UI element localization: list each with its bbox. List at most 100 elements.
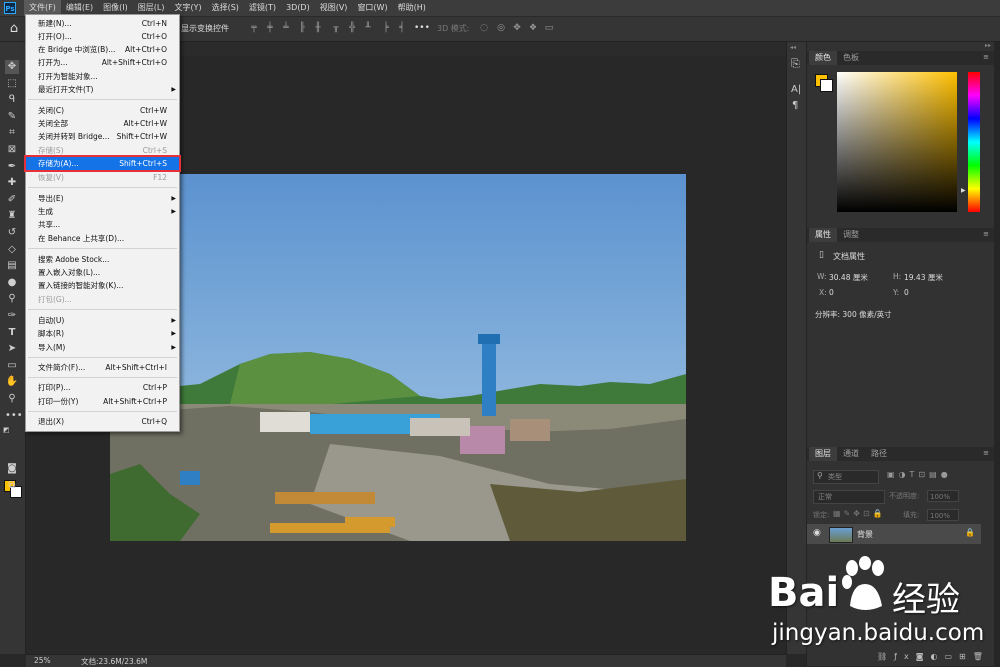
move-tool-icon[interactable]: ✥ xyxy=(5,60,19,74)
menu-item-open[interactable]: 打开(O)... Ctrl+O xyxy=(26,30,179,43)
layers-bottom-toolbar-icons[interactable]: ⛓ƒx◙◐▭⊞🗑 xyxy=(877,652,990,661)
width-value[interactable]: 30.48 厘米 xyxy=(829,272,868,283)
healing-brush-tool-icon[interactable]: ✚ xyxy=(5,176,19,190)
align-bottom-icon[interactable]: ╧ xyxy=(281,23,291,33)
menu-item-browse-in-bridge[interactable]: 在 Bridge 中浏览(B)... Alt+Ctrl+O xyxy=(26,43,179,56)
opacity-input[interactable]: 100% xyxy=(927,490,959,502)
history-brush-tool-icon[interactable]: ↺ xyxy=(5,226,19,240)
3d-roll-icon[interactable]: ◎ xyxy=(496,23,506,33)
color-field[interactable] xyxy=(837,72,957,212)
3d-camera-icon[interactable]: ▭ xyxy=(544,23,554,33)
menu-item-share[interactable]: 共享... xyxy=(26,218,179,231)
hand-tool-icon[interactable]: ✋ xyxy=(5,375,19,389)
height-value[interactable]: 19.43 厘米 xyxy=(904,272,943,283)
eyedropper-tool-icon[interactable]: ✒ xyxy=(5,160,19,174)
menu-filter[interactable]: 滤镜(T) xyxy=(244,0,281,16)
dodge-tool-icon[interactable]: ⚲ xyxy=(5,292,19,306)
menu-item-search-adobe-stock[interactable]: 搜索 Adobe Stock... xyxy=(26,253,179,266)
y-value[interactable]: 0 xyxy=(904,288,909,297)
menu-item-revert[interactable]: 恢复(V) F12 xyxy=(26,171,179,184)
blend-mode-select[interactable]: 正常 xyxy=(813,490,885,504)
3d-slide-icon[interactable]: ❖ xyxy=(528,23,538,33)
eraser-tool-icon[interactable]: ◇ xyxy=(5,243,19,257)
layer-filter-select[interactable]: ⚲ 类型 xyxy=(813,470,879,484)
character-panel-icon[interactable]: A| xyxy=(791,84,801,95)
photoshop-logo-icon[interactable]: Ps xyxy=(4,2,16,14)
menu-item-open-as[interactable]: 打开为... Alt+Shift+Ctrl+O xyxy=(26,56,179,69)
panel-menu-icon[interactable]: ≡ xyxy=(983,53,989,61)
more-options-icon[interactable]: ••• xyxy=(414,23,430,33)
menu-item-print-one-copy[interactable]: 打印一份(Y) Alt+Shift+Ctrl+P xyxy=(26,395,179,408)
menu-help[interactable]: 帮助(H) xyxy=(393,0,431,16)
color-panel-background-swatch[interactable] xyxy=(820,79,833,92)
layer-row-background[interactable]: ◉ 背景 🔒 xyxy=(807,524,981,544)
tab-paths[interactable]: 路径 xyxy=(865,447,893,461)
menu-item-save-as[interactable]: 存储为(A)... Shift+Ctrl+S xyxy=(24,155,181,172)
distribute-right-icon[interactable]: ╡ xyxy=(397,23,407,33)
menu-item-print[interactable]: 打印(P)... Ctrl+P xyxy=(26,381,179,394)
crop-tool-icon[interactable]: ⌗ xyxy=(5,126,19,140)
lasso-tool-icon[interactable]: ᑫ xyxy=(5,93,19,107)
panel-menu-icon[interactable]: ≡ xyxy=(983,449,989,457)
layer-visibility-eye-icon[interactable]: ◉ xyxy=(813,528,821,538)
distribute-bottom-icon[interactable]: ╨ xyxy=(363,23,373,33)
align-top-icon[interactable]: ╤ xyxy=(249,23,259,33)
document-image[interactable] xyxy=(110,174,686,541)
menu-item-export[interactable]: 导出(E) ▶ xyxy=(26,192,179,205)
show-transform-controls-label[interactable]: 显示变换控件 xyxy=(181,23,229,34)
menu-item-file-info[interactable]: 文件简介(F)... Alt+Shift+Ctrl+I xyxy=(26,361,179,374)
layer-filter-icons[interactable]: ▣◑T⊡▤● xyxy=(887,470,952,479)
tab-layers[interactable]: 图层 xyxy=(809,447,837,461)
fill-input[interactable]: 100% xyxy=(927,509,959,521)
menu-3d[interactable]: 3D(D) xyxy=(281,0,315,16)
gradient-tool-icon[interactable]: ▤ xyxy=(5,259,19,273)
rectangle-tool-icon[interactable]: ▭ xyxy=(5,359,19,373)
tab-swatches[interactable]: 色板 xyxy=(837,51,865,65)
document-size[interactable]: 文档:23.6M/23.6M xyxy=(81,656,147,667)
home-icon[interactable]: ⌂ xyxy=(6,21,22,37)
quick-select-tool-icon[interactable]: ✎ xyxy=(5,110,19,124)
menu-item-scripts[interactable]: 脚本(R) ▶ xyxy=(26,327,179,340)
align-hcenter-icon[interactable]: ╫ xyxy=(313,23,323,33)
distribute-left-icon[interactable]: ╞ xyxy=(381,23,391,33)
align-left-icon[interactable]: ╟ xyxy=(297,23,307,33)
path-selection-tool-icon[interactable]: ➤ xyxy=(5,342,19,356)
marquee-tool-icon[interactable]: ⬚ xyxy=(5,77,19,91)
menu-item-close[interactable]: 关闭(C) Ctrl+W xyxy=(26,104,179,117)
pen-tool-icon[interactable]: ✑ xyxy=(5,309,19,323)
layer-name[interactable]: 背景 xyxy=(857,529,873,540)
distribute-top-icon[interactable]: ╥ xyxy=(331,23,341,33)
clone-stamp-tool-icon[interactable]: ♜ xyxy=(5,209,19,223)
hue-slider[interactable] xyxy=(968,72,980,212)
history-panel-icon[interactable]: ⎘ xyxy=(791,57,800,71)
zoom-level[interactable]: 25% xyxy=(34,656,51,665)
collapse-panels-icon[interactable]: ▸▸ xyxy=(985,42,991,49)
3d-orbit-icon[interactable]: ◌ xyxy=(479,23,489,33)
menu-item-place-linked[interactable]: 置入链接的智能对象(K)... xyxy=(26,279,179,292)
quick-mask-icon[interactable]: ◙ xyxy=(5,462,19,476)
tab-adjustments[interactable]: 调整 xyxy=(837,228,865,242)
screen-mode-icon[interactable]: ⧉ xyxy=(5,479,19,493)
blur-tool-icon[interactable]: ● xyxy=(5,276,19,290)
menu-item-close-and-go-to-bridge[interactable]: 关闭并转到 Bridge... Shift+Ctrl+W xyxy=(26,130,179,143)
align-vcenter-icon[interactable]: ╪ xyxy=(265,23,275,33)
frame-tool-icon[interactable]: ⊠ xyxy=(5,143,19,157)
distribute-vcenter-icon[interactable]: ╬ xyxy=(347,23,357,33)
collapse-arrows-icon[interactable]: ◂◂ xyxy=(790,44,796,51)
menu-item-recent-files[interactable]: 最近打开文件(T) ▶ xyxy=(26,83,179,96)
menu-item-share-on-behance[interactable]: 在 Behance 上共享(D)... xyxy=(26,232,179,245)
menu-item-generate[interactable]: 生成 ▶ xyxy=(26,205,179,218)
menu-item-close-all[interactable]: 关闭全部 Alt+Ctrl+W xyxy=(26,117,179,130)
menu-item-import[interactable]: 导入(M) ▶ xyxy=(26,341,179,354)
menu-item-automate[interactable]: 自动(U) ▶ xyxy=(26,314,179,327)
type-tool-icon[interactable]: T xyxy=(5,326,19,340)
tab-properties[interactable]: 属性 xyxy=(809,228,837,242)
tab-color[interactable]: 颜色 xyxy=(809,51,837,65)
menu-select[interactable]: 选择(S) xyxy=(207,0,244,16)
default-colors-icon[interactable]: ◩ xyxy=(3,426,11,434)
menu-item-open-as-smart-object[interactable]: 打开为智能对象... xyxy=(26,70,179,83)
edit-toolbar-icon[interactable]: ••• xyxy=(5,409,23,423)
menu-item-package[interactable]: 打包(G)... xyxy=(26,293,179,306)
lock-icons[interactable]: ▦✎✥⊡🔒 xyxy=(833,509,886,518)
hue-slider-handle-icon[interactable]: ▶ xyxy=(961,187,966,194)
